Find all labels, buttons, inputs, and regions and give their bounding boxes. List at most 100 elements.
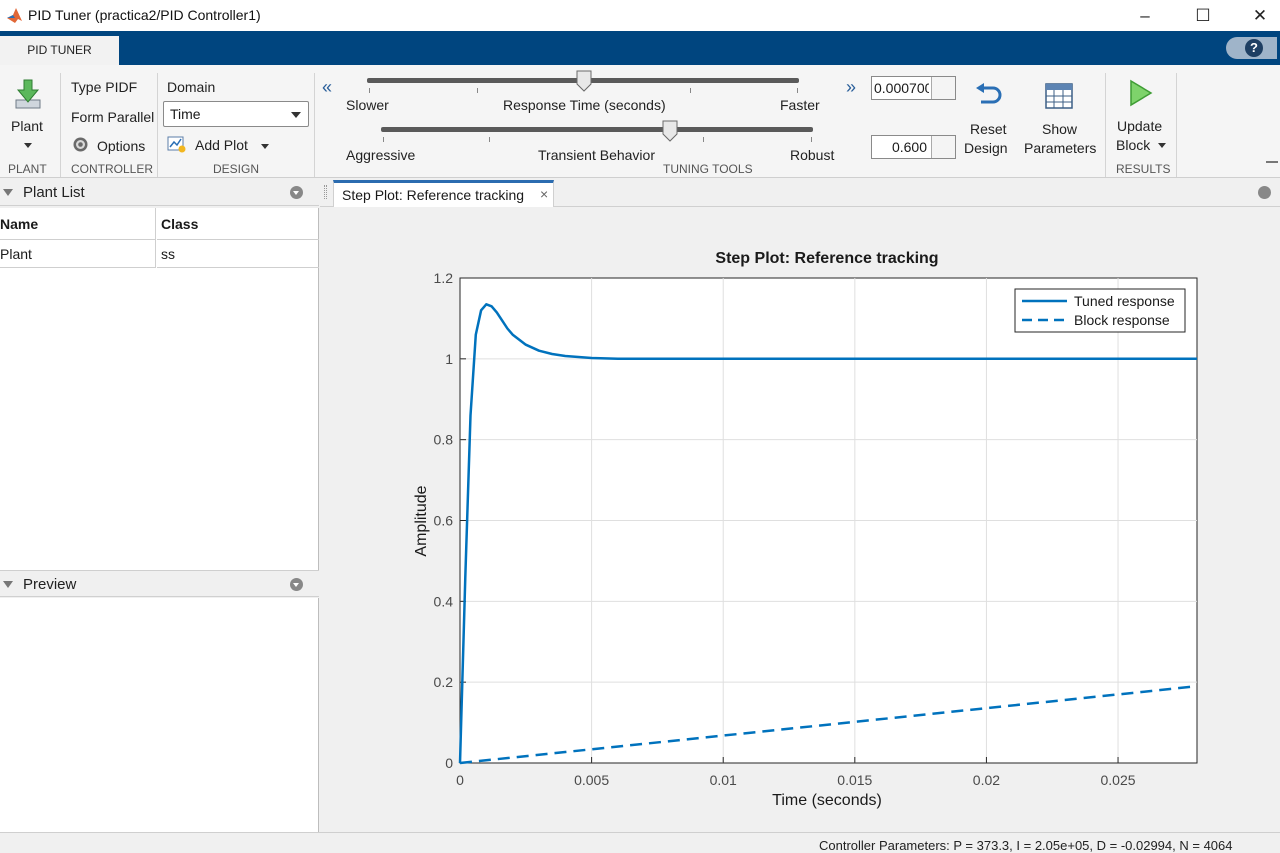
panel-menu-icon[interactable] (290, 186, 303, 199)
expand-tuning-button[interactable]: » (846, 77, 856, 98)
slower-label: Slower (346, 97, 389, 113)
robust-label: Robust (790, 147, 835, 163)
minimize-button[interactable]: – (1120, 0, 1170, 31)
close-tab-icon[interactable]: × (540, 186, 548, 202)
close-window-button[interactable]: ✕ (1235, 0, 1280, 31)
tab-step-plot[interactable]: Step Plot: Reference tracking × (333, 180, 554, 208)
reset-button-line2[interactable]: Design (964, 140, 1008, 156)
show-parameters-line2[interactable]: Parameters (1024, 140, 1096, 156)
y-tick-label: 0.2 (434, 674, 454, 690)
slider-tick (369, 88, 370, 93)
help-icon: ? (1245, 39, 1263, 57)
collapse-triangle-icon (3, 581, 13, 588)
legend[interactable]: Tuned response Block response (1014, 288, 1186, 333)
faster-label: Faster (780, 97, 820, 113)
plot-area: Step Plot: Reference tracking 0 0.005 0.01… (320, 207, 1280, 832)
y-tick-label: 1 (445, 351, 453, 367)
x-tick-label: 0.005 (574, 772, 609, 788)
import-plant-icon (15, 79, 41, 109)
options-button[interactable]: Options (97, 138, 145, 154)
group-label-controller: CONTROLLER (71, 162, 154, 176)
table-cell-name[interactable]: Plant (0, 240, 156, 268)
ribbon-toolbar: Plant PLANT Type PIDF Form Parallel Opti… (0, 65, 1280, 178)
update-block-line2[interactable]: Block (1116, 137, 1150, 153)
status-bar: Controller Parameters: P = 373.3, I = 2.… (0, 832, 1280, 853)
add-plot-dropdown-arrow[interactable] (261, 144, 269, 149)
show-parameters-icon (1045, 83, 1073, 109)
domain-label: Domain (167, 79, 216, 95)
column-header-name[interactable]: Name (0, 208, 156, 240)
type-pidf-button[interactable]: Type PIDF (71, 79, 137, 95)
collapse-tuning-button[interactable]: « (322, 77, 332, 98)
preview-body (0, 598, 319, 832)
plant-list-title: Plant List (23, 184, 85, 201)
spin-up-icon[interactable] (931, 136, 955, 147)
separator (60, 73, 61, 177)
slider-tick (703, 137, 704, 142)
document-tab-strip: Step Plot: Reference tracking × (320, 178, 1280, 208)
update-block-line1[interactable]: Update (1117, 118, 1162, 134)
ribbon-tab-strip: PID TUNER ? (0, 31, 1280, 65)
plant-list-header[interactable]: Plant List (0, 179, 319, 206)
chevron-down-icon (291, 112, 301, 118)
y-tick-label: 0.4 (434, 593, 454, 609)
separator (157, 73, 158, 177)
reset-button-line1[interactable]: Reset (970, 121, 1007, 137)
y-tick-label: 0.8 (434, 432, 454, 448)
matlab-logo-icon (7, 8, 22, 23)
plant-dropdown-arrow[interactable] (24, 143, 32, 148)
help-button[interactable]: ? (1226, 37, 1277, 59)
group-label-results: RESULTS (1116, 162, 1171, 176)
add-plot-icon (167, 136, 186, 153)
domain-select[interactable]: Time (163, 101, 309, 127)
preview-title: Preview (23, 576, 77, 593)
x-tick-label: 0.02 (973, 772, 1000, 788)
transient-behavior-value: 0.600 (891, 139, 927, 155)
transient-behavior-label: Transient Behavior (538, 147, 655, 163)
maximize-button[interactable]: ☐ (1178, 0, 1228, 31)
transient-behavior-field[interactable]: 0.600 (871, 135, 956, 159)
panel-menu-icon[interactable] (290, 578, 303, 591)
show-parameters-line1[interactable]: Show (1042, 121, 1077, 137)
add-plot-button[interactable]: Add Plot (195, 137, 248, 153)
update-dropdown-arrow[interactable] (1158, 143, 1166, 148)
step-plot[interactable]: Step Plot: Reference tracking 0 0.005 0.01… (320, 207, 1280, 832)
y-axis-label: Amplitude (413, 485, 430, 556)
table-cell-class[interactable]: ss (157, 240, 319, 268)
slider-tick (797, 88, 798, 93)
drag-handle-icon[interactable] (324, 185, 327, 199)
response-time-field[interactable]: 0.000700 (871, 76, 956, 100)
plant-list-table: Name Class Plant ss (0, 208, 319, 570)
response-time-slider-thumb[interactable] (576, 70, 592, 92)
slider-tick (811, 137, 812, 142)
preview-header[interactable]: Preview (0, 570, 319, 597)
response-time-label: Response Time (seconds) (503, 97, 666, 113)
tab-step-plot-label: Step Plot: Reference tracking (342, 187, 525, 203)
spin-down-icon[interactable] (931, 88, 955, 99)
y-tick-label: 0.6 (434, 513, 454, 529)
plant-button[interactable]: Plant (11, 118, 43, 134)
y-tick-label: 1.2 (434, 270, 454, 286)
document-menu-icon[interactable] (1258, 186, 1271, 199)
x-tick-label: 0 (456, 772, 464, 788)
x-tick-label: 0.015 (837, 772, 872, 788)
group-label-design: DESIGN (213, 162, 260, 176)
collapse-ribbon-icon[interactable] (1266, 161, 1278, 163)
spin-down-icon[interactable] (931, 147, 955, 158)
legend-label-block: Block response (1074, 312, 1170, 328)
form-parallel-button[interactable]: Form Parallel (71, 109, 154, 125)
group-label-tuning-tools: TUNING TOOLS (663, 162, 753, 176)
spin-up-icon[interactable] (931, 77, 955, 88)
group-label-plant: PLANT (8, 162, 47, 176)
collapse-triangle-icon (3, 189, 13, 196)
transient-behavior-slider-thumb[interactable] (662, 120, 678, 142)
separator (1176, 73, 1177, 177)
play-update-icon (1130, 79, 1153, 107)
tab-pid-tuner[interactable]: PID TUNER (0, 36, 119, 65)
transient-behavior-slider-track[interactable] (381, 127, 813, 132)
x-tick-label: 0.01 (710, 772, 737, 788)
column-header-class[interactable]: Class (157, 208, 319, 240)
aggressive-label: Aggressive (346, 147, 416, 163)
slider-tick (690, 88, 691, 93)
controller-parameters-text: Controller Parameters: P = 373.3, I = 2.… (819, 838, 1233, 853)
